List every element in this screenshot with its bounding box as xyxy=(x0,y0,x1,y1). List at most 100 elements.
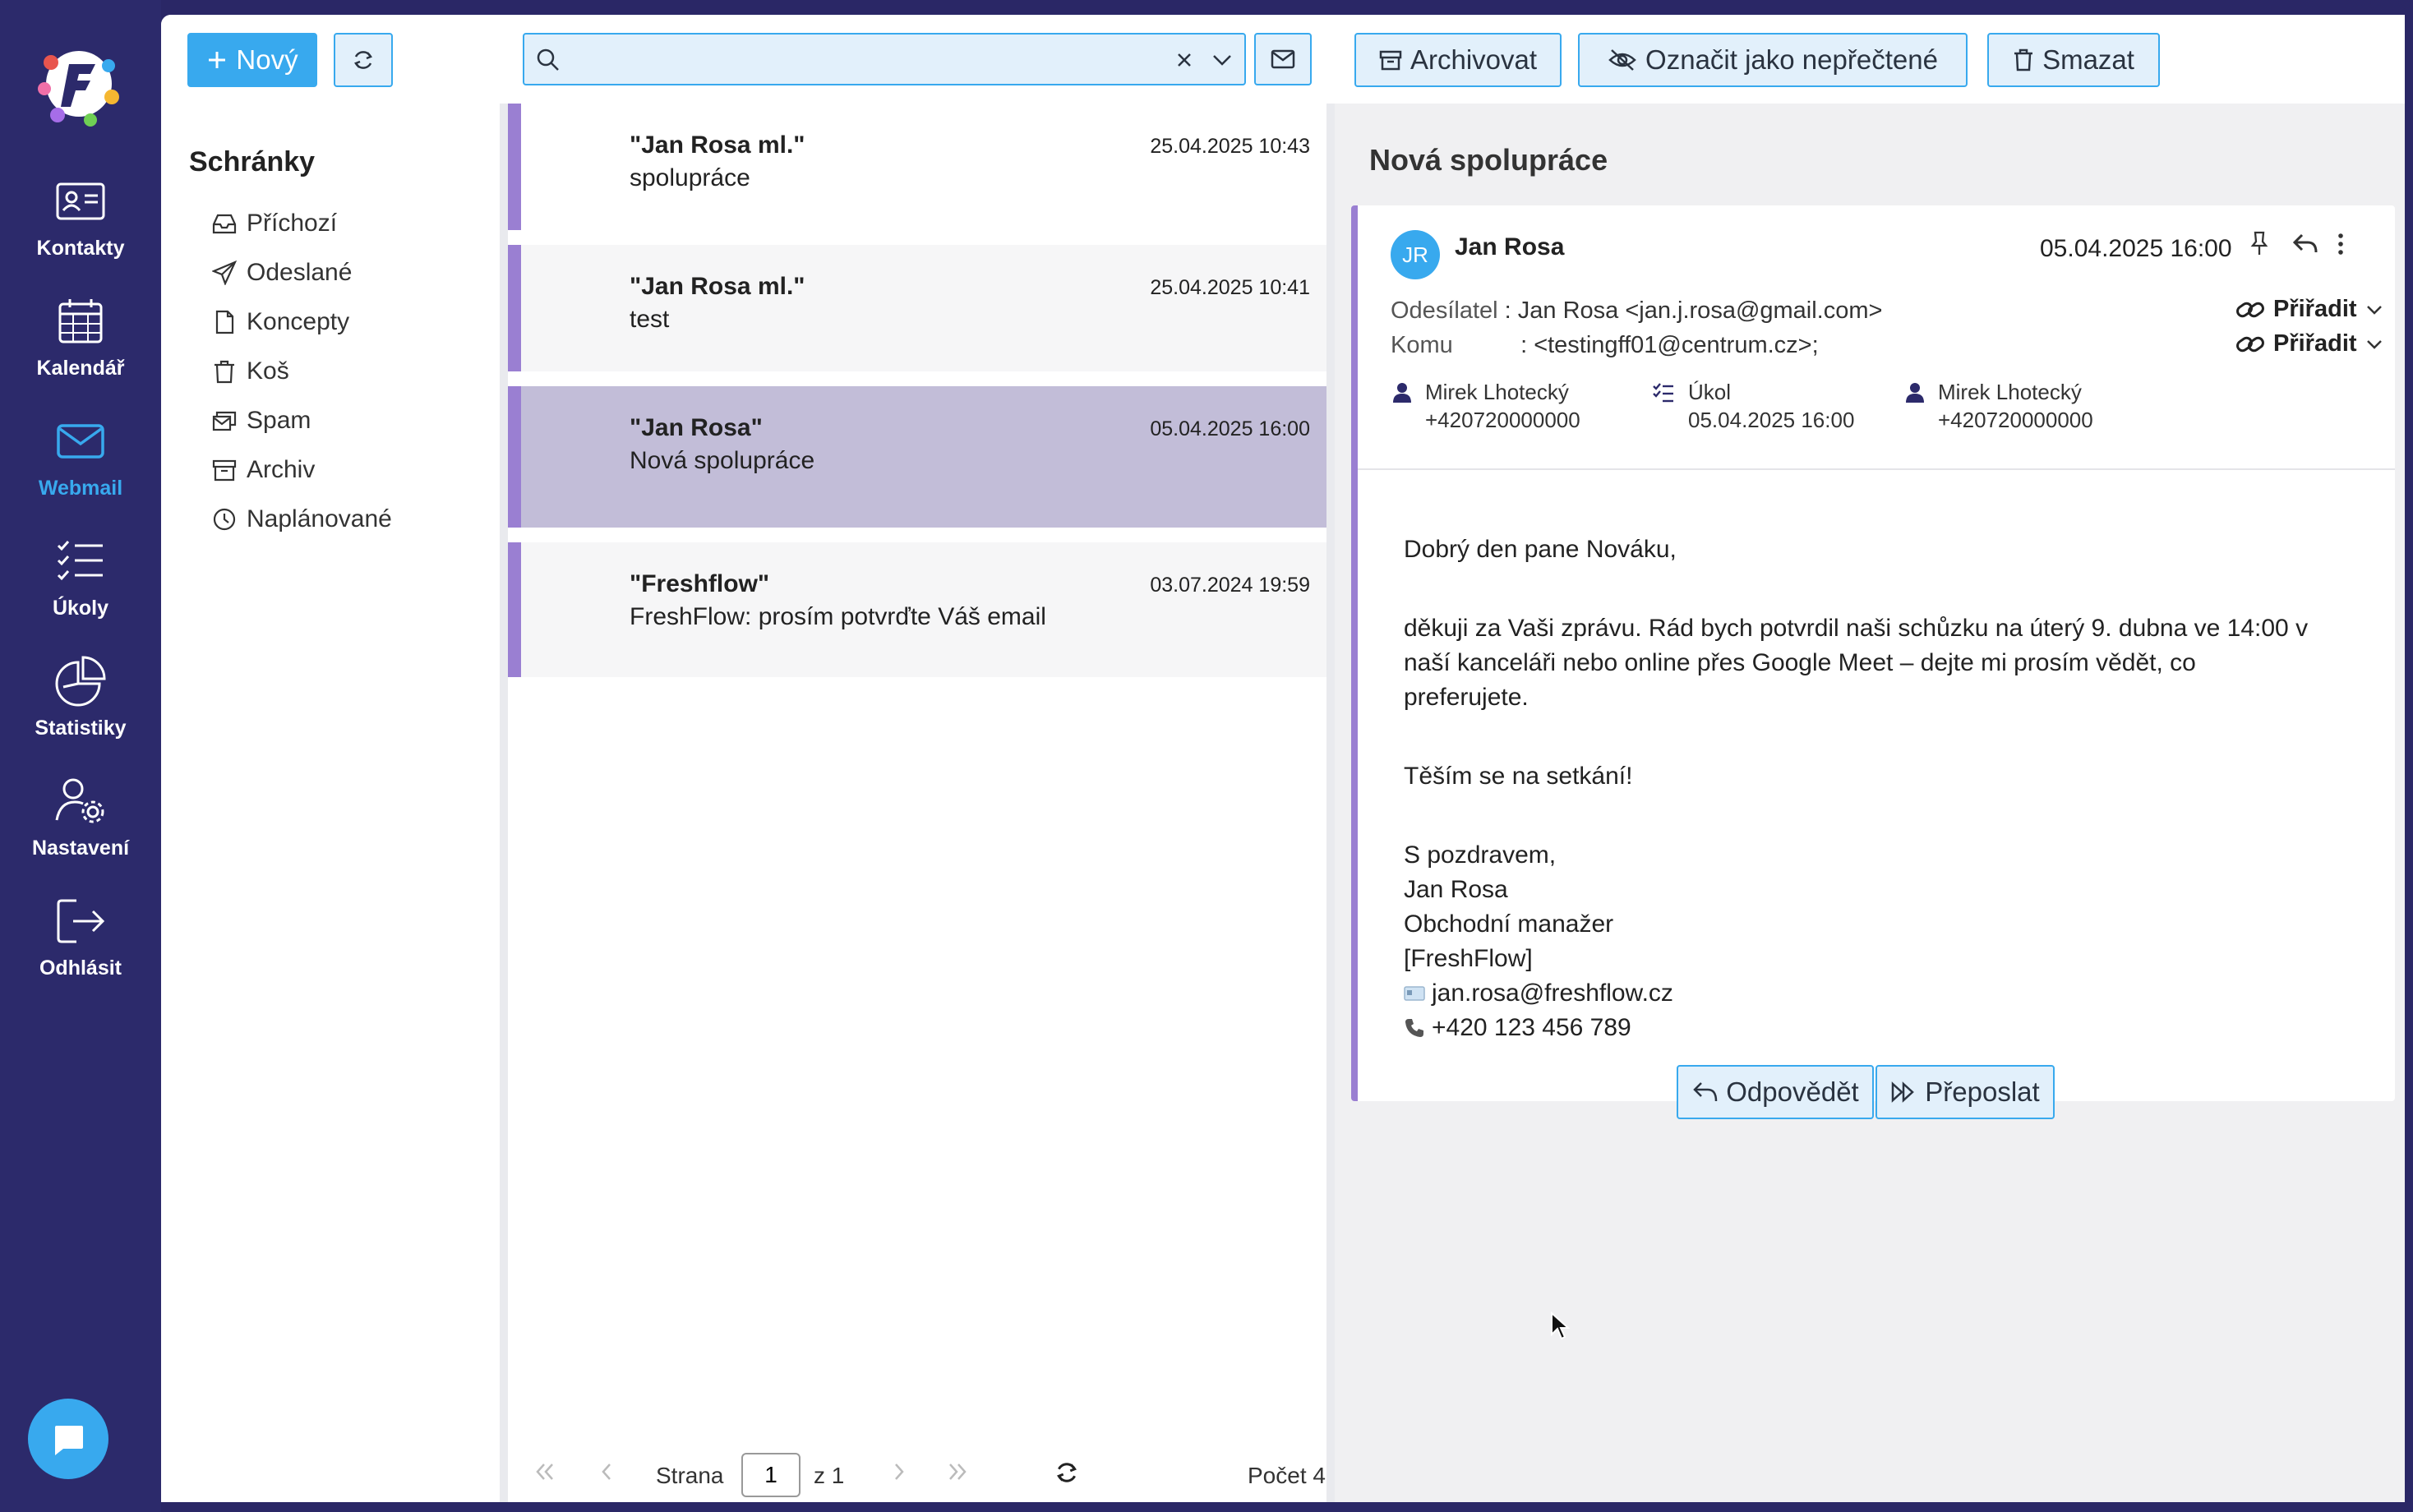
main-surface: Nový Archivovat Označit jako nepřečtené … xyxy=(161,15,2405,1502)
mail-icon xyxy=(57,424,104,459)
page-number-input[interactable] xyxy=(741,1453,800,1497)
column-divider[interactable] xyxy=(500,104,508,1502)
nav-odhlasit[interactable]: Odhlásit xyxy=(0,894,161,1003)
chat-button[interactable] xyxy=(28,1399,108,1479)
person-icon xyxy=(1393,383,1411,403)
refresh-button[interactable] xyxy=(334,33,393,87)
folder-archiv[interactable]: Archiv xyxy=(212,452,315,488)
refresh-icon xyxy=(353,51,373,69)
reading-pane: Nová spolupráce JR Jan Rosa 05.04.2025 1… xyxy=(1335,104,2405,1502)
nav-statistiky[interactable]: Statistiky xyxy=(0,654,161,763)
mark-unread-button[interactable]: Označit jako nepřečtené xyxy=(1578,33,1968,87)
assign-sender-dropdown[interactable]: Přiřadit xyxy=(2235,296,2383,323)
search-icon xyxy=(537,48,559,71)
folder-label: Odeslané xyxy=(247,259,353,286)
nav-label: Kontakty xyxy=(36,237,125,260)
search-input[interactable] xyxy=(574,41,1149,77)
message-item[interactable]: "Jan Rosa ml." test 25.04.2025 10:41 xyxy=(508,245,1326,371)
more-options-icon[interactable] xyxy=(2334,230,2347,258)
avatar: JR xyxy=(1391,230,1440,279)
inbox-icon xyxy=(212,214,237,234)
signature-email[interactable]: jan.rosa@freshflow.cz xyxy=(1432,980,1673,1007)
page-label: Strana xyxy=(656,1463,724,1488)
message-subject: Nová spolupráce xyxy=(630,447,815,474)
to-row: Komu : <testingff01@centrum.cz>; xyxy=(1391,332,1819,359)
search-box[interactable] xyxy=(523,33,1246,85)
clock-icon xyxy=(213,508,236,531)
message-card: JR Jan Rosa 05.04.2025 16:00 Odesílatel … xyxy=(1351,205,2395,1101)
envelope-icon xyxy=(1271,49,1295,69)
folders-title: Schránky xyxy=(189,146,316,177)
pin-icon[interactable] xyxy=(2249,230,2270,258)
nav-nastaveni[interactable]: Nastavení xyxy=(0,774,161,883)
body-paragraph: naší kanceláři nebo online přes Google M… xyxy=(1404,649,2196,676)
to-separator: : xyxy=(1520,332,1534,358)
linked-contact[interactable]: Mirek Lhotecký +420720000000 xyxy=(1391,378,1580,434)
message-from: "Freshflow" xyxy=(630,570,770,597)
message-item[interactable]: "Jan Rosa ml." spolupráce 25.04.2025 10:… xyxy=(508,104,1326,230)
task-label: Úkol xyxy=(1688,380,1732,404)
archive-button[interactable]: Archivovat xyxy=(1354,33,1562,87)
linked-task[interactable]: Úkol 05.04.2025 16:00 xyxy=(1652,378,1854,434)
message-date: 25.04.2025 10:43 xyxy=(1150,135,1310,158)
forward-label: Přeposlat xyxy=(1925,1076,2040,1107)
folder-spam[interactable]: Spam xyxy=(212,403,311,439)
folder-label: Archiv xyxy=(247,456,316,483)
folder-prichozi[interactable]: Příchozí xyxy=(212,205,337,242)
folder-odeslane[interactable]: Odeslané xyxy=(212,255,352,291)
contact-phone: +420720000000 xyxy=(1938,408,2093,432)
next-page-icon[interactable] xyxy=(886,1459,911,1484)
linked-contact[interactable]: Mirek Lhotecký +420720000000 xyxy=(1903,378,2093,434)
nav-label: Odhlásit xyxy=(39,957,122,980)
folder-koncepty[interactable]: Koncepty xyxy=(212,304,349,340)
previous-page-icon[interactable] xyxy=(595,1459,620,1484)
signature-phone[interactable]: +420 123 456 789 xyxy=(1432,1014,1631,1042)
body-email-line: jan.rosa@freshflow.cz xyxy=(1404,980,1673,1007)
nav-kontakty[interactable]: Kontakty xyxy=(0,174,161,283)
column-divider[interactable] xyxy=(1326,104,1335,1502)
forward-button[interactable]: Přeposlat xyxy=(1875,1065,2055,1119)
first-page-icon[interactable] xyxy=(533,1459,557,1484)
reply-button[interactable]: Odpovědět xyxy=(1677,1065,1874,1119)
message-list: "Jan Rosa ml." spolupráce 25.04.2025 10:… xyxy=(508,104,1326,1502)
delete-button[interactable]: Smazat xyxy=(1987,33,2160,87)
folder-kos[interactable]: Koš xyxy=(212,353,289,390)
send-icon xyxy=(212,260,237,285)
message-item-selected[interactable]: "Jan Rosa" Nová spolupráce 05.04.2025 16… xyxy=(508,386,1326,528)
message-title: Nová spolupráce xyxy=(1369,143,1608,177)
body-signature: S pozdravem, xyxy=(1404,841,1557,869)
folder-naplanovane[interactable]: Naplánované xyxy=(212,501,392,537)
last-page-icon[interactable] xyxy=(945,1459,970,1484)
assign-recipient-dropdown[interactable]: Přiřadit xyxy=(2235,330,2383,357)
new-message-button[interactable]: Nový xyxy=(187,33,317,87)
new-message-label: Nový xyxy=(236,44,298,75)
plus-icon xyxy=(209,52,226,68)
sender-name: Jan Rosa xyxy=(1455,233,1565,260)
body-paragraph: Těším se na setkání! xyxy=(1404,763,1633,790)
user-settings-icon xyxy=(55,778,104,823)
message-subject: FreshFlow: prosím potvrďte Váš email xyxy=(630,603,1046,630)
body-paragraph: děkuji za Vaši zprávu. Rád bych potvrdil… xyxy=(1404,615,2309,642)
nav-webmail[interactable]: Webmail xyxy=(0,414,161,523)
clear-search-icon[interactable] xyxy=(1175,51,1193,69)
refresh-list-icon[interactable] xyxy=(1054,1459,1080,1486)
chevron-down-icon[interactable] xyxy=(1211,51,1233,69)
message-from: "Jan Rosa" xyxy=(630,414,763,441)
nav-kalendar[interactable]: Kalendář xyxy=(0,294,161,403)
mail-filter-button[interactable] xyxy=(1254,33,1312,85)
contact-phone: +420720000000 xyxy=(1425,408,1580,432)
message-from: "Jan Rosa ml." xyxy=(630,131,805,159)
folder-label: Koncepty xyxy=(247,308,350,335)
nav-ukoly[interactable]: Úkoly xyxy=(0,534,161,643)
archive-icon xyxy=(212,459,237,482)
chevron-down-icon xyxy=(2366,305,2382,315)
nav-label: Nastavení xyxy=(31,837,130,860)
reply-icon[interactable] xyxy=(2291,230,2319,258)
trash-icon xyxy=(2014,48,2033,71)
from-separator: : xyxy=(1504,297,1518,324)
message-item[interactable]: "Freshflow" FreshFlow: prosím potvrďte V… xyxy=(508,542,1326,677)
message-from: "Jan Rosa ml." xyxy=(630,273,805,300)
delete-label: Smazat xyxy=(2042,44,2134,75)
from-value: Jan Rosa <jan.j.rosa@gmail.com> xyxy=(1517,297,1883,324)
app-logo[interactable] xyxy=(33,38,125,130)
